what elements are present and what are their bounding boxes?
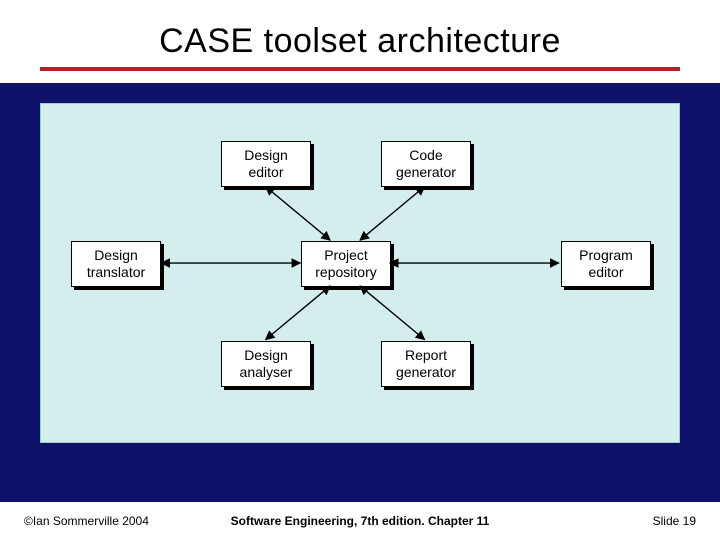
node-label: Codegenerator <box>396 147 456 181</box>
node-label: Designanalyser <box>240 347 293 381</box>
page-title: CASE toolset architecture <box>40 22 680 61</box>
node-project-repository: Projectrepository <box>301 241 391 287</box>
node-label: Designtranslator <box>87 247 145 281</box>
footer-copyright: ©Ian Sommerville 2004 <box>24 514 149 528</box>
node-design-editor: Designeditor <box>221 141 311 187</box>
title-area: CASE toolset architecture <box>0 0 720 83</box>
node-program-editor: Programeditor <box>561 241 651 287</box>
footer: ©Ian Sommerville 2004 Software Engineeri… <box>0 502 720 540</box>
diagram: Designeditor Codegenerator Designtransla… <box>40 103 680 443</box>
node-label: Programeditor <box>579 247 633 281</box>
footer-slide: Slide 19 <box>653 514 696 528</box>
node-label: Designeditor <box>244 147 288 181</box>
footer-book: Software Engineering, 7th edition. Chapt… <box>231 514 490 528</box>
node-design-translator: Designtranslator <box>71 241 161 287</box>
node-design-analyser: Designanalyser <box>221 341 311 387</box>
title-rule <box>40 67 680 71</box>
node-label: Projectrepository <box>315 247 376 281</box>
node-report-generator: Reportgenerator <box>381 341 471 387</box>
node-code-generator: Codegenerator <box>381 141 471 187</box>
node-label: Reportgenerator <box>396 347 456 381</box>
